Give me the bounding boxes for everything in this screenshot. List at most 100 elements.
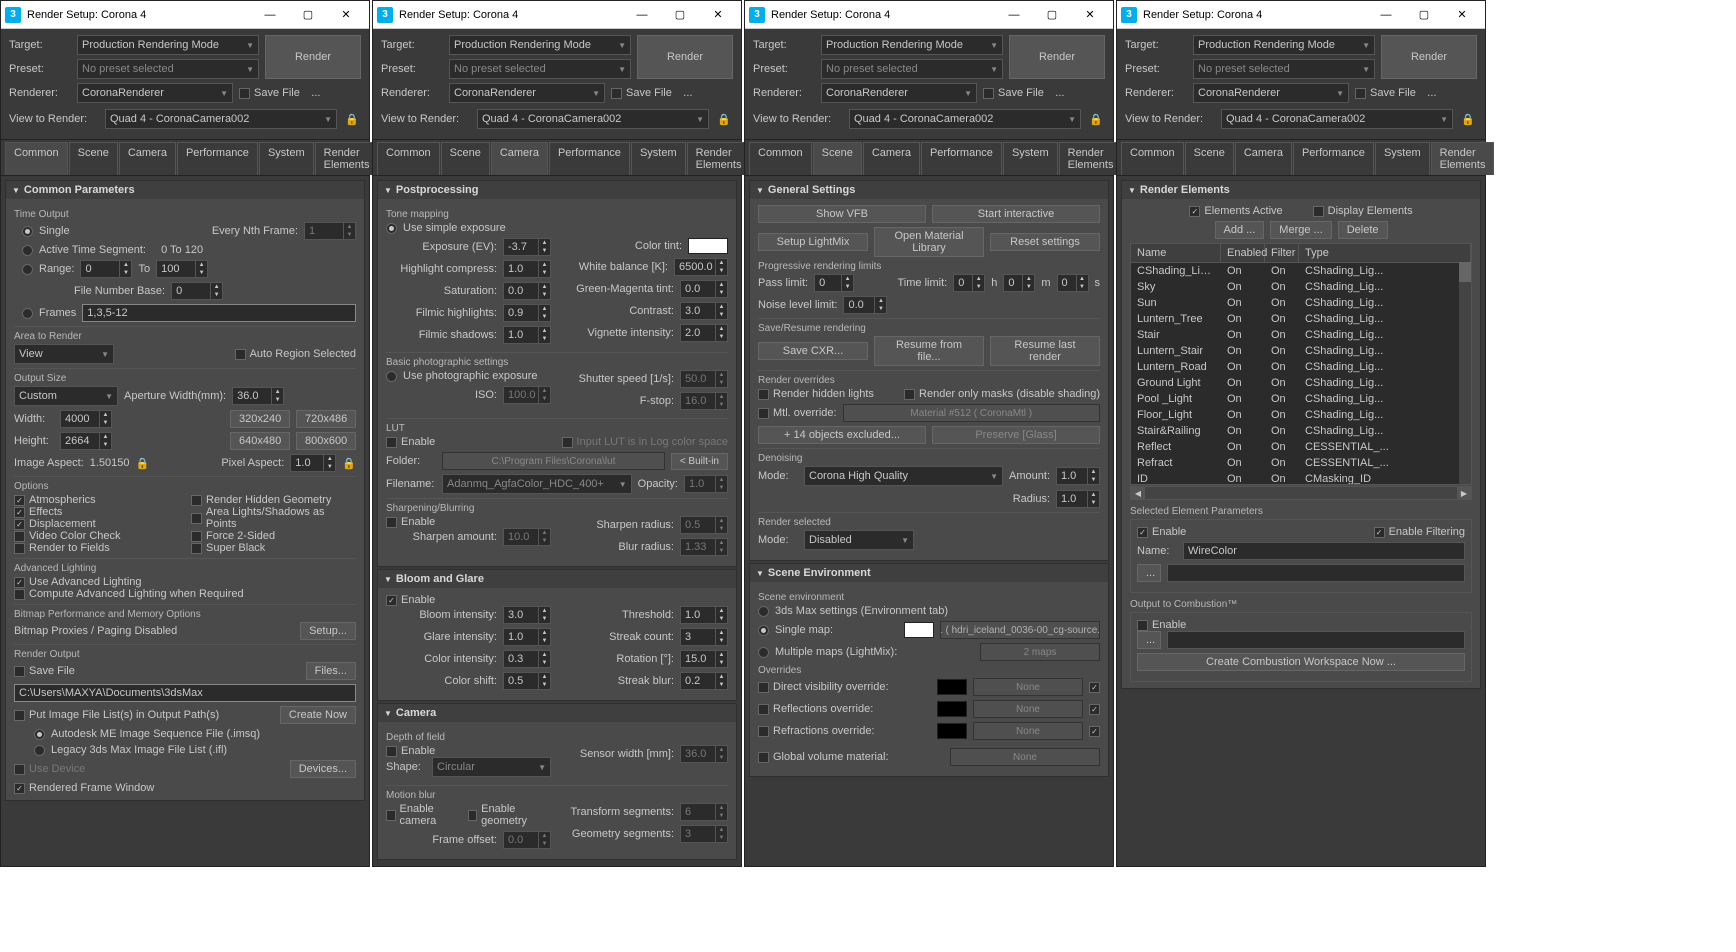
denoise-radius-spinner[interactable]: 1.0▲▼ (1056, 490, 1100, 508)
render-hidden-geom-check[interactable]: Render Hidden Geometry (191, 494, 356, 506)
maximize-icon[interactable]: ▢ (1033, 1, 1071, 29)
displacement-check[interactable]: ✓Displacement (14, 518, 179, 530)
rollup-bloom-glare[interactable]: ▼Bloom and Glare (378, 570, 736, 588)
tab-camera[interactable]: Camera (1235, 142, 1292, 175)
rollup-render-elements[interactable]: ▼Render Elements (1122, 181, 1480, 199)
exposure-spinner[interactable]: -3.7▲▼ (503, 238, 551, 256)
renderer-dropdown[interactable]: CoronaRenderer▼ (1193, 83, 1349, 103)
rendered-frame-window-check[interactable]: ✓Rendered Frame Window (14, 782, 356, 794)
setup-button[interactable]: Setup... (300, 622, 356, 640)
preset-800x600-button[interactable]: 800x600 (296, 432, 356, 450)
denoise-mode-dropdown[interactable]: Corona High Quality▼ (804, 466, 1003, 486)
direct-vis-override-check[interactable]: Direct visibility override: (758, 681, 889, 693)
element-path-browse-button[interactable]: ... (1137, 564, 1161, 582)
view-to-render-dropdown[interactable]: Quad 4 - CoronaCamera002▼ (849, 109, 1081, 129)
geometry-segments-spinner[interactable]: 3▲▼ (680, 825, 728, 843)
filmic-highlights-spinner[interactable]: 0.9▲▼ (503, 304, 551, 322)
preset-dropdown[interactable]: No preset selected▼ (449, 59, 631, 79)
force-2sided-check[interactable]: Force 2-Sided (191, 530, 356, 542)
tab-system[interactable]: System (1003, 142, 1058, 175)
objects-excluded-button[interactable]: + 14 objects excluded... (758, 426, 926, 444)
table-scrollbar-vertical[interactable] (1459, 262, 1471, 484)
range-start-spinner[interactable]: 0▲▼ (80, 260, 132, 278)
pixel-aspect-spinner[interactable]: 1.0▲▼ (290, 454, 336, 472)
sharpen-enable-check[interactable]: Enable (386, 516, 551, 528)
time-limit-s-spinner[interactable]: 0▲▼ (1057, 274, 1089, 292)
col-name[interactable]: Name (1131, 244, 1221, 262)
rollup-scene-environment[interactable]: ▼Scene Environment (750, 564, 1108, 582)
preset-dropdown[interactable]: No preset selected▼ (821, 59, 1003, 79)
tab-common[interactable]: Common (1121, 142, 1184, 175)
radio-legacy-ifl[interactable] (34, 745, 45, 756)
white-balance-spinner[interactable]: 6500.0▲▼ (674, 258, 728, 276)
maximize-icon[interactable]: ▢ (1405, 1, 1443, 29)
sensor-width-spinner[interactable]: 36.0▲▼ (680, 745, 728, 763)
render-to-fields-check[interactable]: Render to Fields (14, 542, 179, 554)
view-to-render-dropdown[interactable]: Quad 4 - CoronaCamera002▼ (477, 109, 709, 129)
element-path-input[interactable] (1167, 564, 1465, 582)
tab-scene[interactable]: Scene (441, 142, 490, 175)
super-black-check[interactable]: Super Black (191, 542, 356, 554)
file-number-base-spinner[interactable]: 0▲▼ (171, 282, 223, 300)
color-tint-swatch[interactable] (688, 238, 728, 254)
mblur-camera-check[interactable]: Enable camera (386, 803, 462, 827)
elements-active-check[interactable]: ✓Elements Active (1189, 205, 1282, 217)
combustion-browse-button[interactable]: ... (1137, 631, 1161, 649)
filmic-shadows-spinner[interactable]: 1.0▲▼ (503, 326, 551, 344)
single-map-slot[interactable]: :1 ( hdri_iceland_0036-00_cg-source.h (940, 621, 1100, 639)
streak-blur-spinner[interactable]: 0.2▲▼ (680, 672, 728, 690)
preset-720x486-button[interactable]: 720x486 (296, 410, 356, 428)
render-button[interactable]: Render (1381, 35, 1477, 79)
lut-enable-check[interactable]: Enable (386, 436, 435, 448)
table-row[interactable]: Luntern_RoadOnOnCShading_Lig... (1131, 359, 1471, 375)
tab-performance[interactable]: Performance (549, 142, 630, 175)
output-size-dropdown[interactable]: Custom▼ (14, 386, 118, 406)
denoise-amount-spinner[interactable]: 1.0▲▼ (1056, 467, 1100, 485)
glare-intensity-spinner[interactable]: 1.0▲▼ (503, 628, 551, 646)
renderer-dropdown[interactable]: CoronaRenderer▼ (821, 83, 977, 103)
color-shift-spinner[interactable]: 0.5▲▼ (503, 672, 551, 690)
save-file-more-button[interactable]: ... (1422, 87, 1442, 99)
element-name-input[interactable] (1183, 542, 1465, 560)
show-vfb-button[interactable]: Show VFB (758, 205, 926, 223)
threshold-spinner[interactable]: 1.0▲▼ (680, 606, 728, 624)
save-file-check[interactable]: Save File (1355, 87, 1416, 99)
col-type[interactable]: Type (1299, 244, 1471, 262)
save-file-check[interactable]: Save File (239, 87, 300, 99)
enable-filtering-check[interactable]: ✓Enable Filtering (1374, 526, 1465, 538)
effects-check[interactable]: ✓Effects (14, 506, 179, 518)
bloom-intensity-spinner[interactable]: 3.0▲▼ (503, 606, 551, 624)
gvm-slot[interactable]: None (950, 748, 1100, 766)
rollup-common-parameters[interactable]: ▼Common Parameters (6, 181, 364, 199)
use-advanced-lighting-check[interactable]: ✓Use Advanced Lighting (14, 576, 356, 588)
element-enable-check[interactable]: ✓Enable (1137, 526, 1186, 538)
blur-radius-spinner[interactable]: 1.33▲▼ (680, 538, 728, 556)
time-limit-m-spinner[interactable]: 0▲▼ (1003, 274, 1035, 292)
dvo-toggle[interactable]: ✓ (1089, 682, 1100, 693)
every-nth-spinner[interactable]: 1▲▼ (304, 222, 356, 240)
view-to-render-dropdown[interactable]: Quad 4 - CoronaCamera002▼ (1221, 109, 1453, 129)
save-file-output-check[interactable]: Save File (14, 665, 75, 677)
tab-camera[interactable]: Camera (119, 142, 176, 175)
preserve-button[interactable]: Preserve [Glass] (932, 426, 1100, 444)
tab-scene[interactable]: Scene (1185, 142, 1234, 175)
preset-320x240-button[interactable]: 320x240 (230, 410, 290, 428)
minimize-icon[interactable]: — (251, 1, 289, 29)
save-file-more-button[interactable]: ... (678, 87, 698, 99)
video-color-check[interactable]: Video Color Check (14, 530, 179, 542)
radio-simple-exposure[interactable] (386, 223, 397, 234)
tab-render-elements[interactable]: Render Elements (1431, 142, 1495, 175)
lock-icon[interactable]: 🔒 (1087, 110, 1105, 128)
rfro-map-slot[interactable]: None (973, 722, 1083, 740)
table-row[interactable]: Floor_LightOnOnCShading_Lig... (1131, 407, 1471, 423)
table-row[interactable]: ReflectOnOnCESSENTIAL_... (1131, 439, 1471, 455)
sharpen-amount-spinner[interactable]: 10.0▲▼ (503, 528, 551, 546)
combustion-path-input[interactable] (1167, 631, 1465, 649)
table-row[interactable]: RefractOnOnCESSENTIAL_... (1131, 455, 1471, 471)
tab-render-elements[interactable]: Render Elements (315, 142, 379, 175)
target-dropdown[interactable]: Production Rendering Mode▼ (77, 35, 259, 55)
devices-button[interactable]: Devices... (290, 760, 356, 778)
table-row[interactable]: Luntern_TreeOnOnCShading_Lig... (1131, 311, 1471, 327)
minimize-icon[interactable]: — (995, 1, 1033, 29)
reflections-override-check[interactable]: Reflections override: (758, 703, 873, 715)
